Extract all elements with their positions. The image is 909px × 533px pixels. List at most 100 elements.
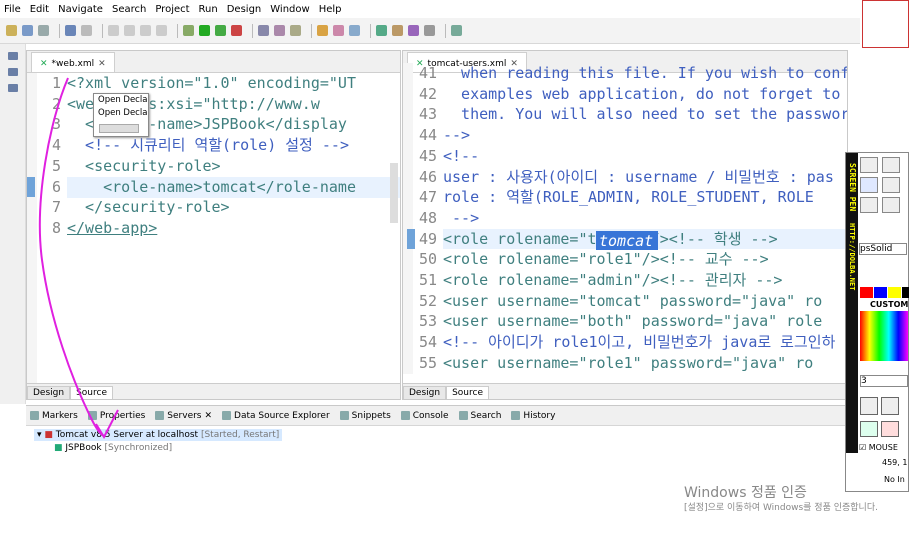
new-package-icon[interactable]: [274, 25, 285, 36]
mouse-toggle[interactable]: ☑ MOUSE: [859, 443, 898, 452]
pen-purple-icon[interactable]: [882, 197, 900, 213]
popup-scrollbar[interactable]: [99, 124, 139, 133]
tab-markers[interactable]: Markers: [30, 411, 78, 421]
tab-design[interactable]: Design: [403, 386, 447, 399]
line-number: 42: [418, 84, 437, 103]
open-type-icon[interactable]: [317, 25, 328, 36]
coverage-icon[interactable]: [215, 25, 226, 36]
tab-console[interactable]: Console: [400, 411, 449, 421]
new-class-icon[interactable]: [290, 25, 301, 36]
new-java-project-icon[interactable]: [258, 25, 269, 36]
tab-data-source-explorer[interactable]: Data Source Explorer: [222, 411, 330, 421]
color-black[interactable]: [902, 287, 909, 298]
globe-icon[interactable]: [349, 25, 360, 36]
size-field[interactable]: 3: [860, 375, 908, 387]
outline-icon[interactable]: [8, 84, 18, 92]
code-line: -->: [443, 208, 480, 227]
line-style-field[interactable]: psSolid: [859, 243, 907, 255]
menu-bar: File Edit Navigate Search Project Run De…: [0, 0, 909, 18]
expand-icon[interactable]: ▾: [37, 430, 42, 440]
print-icon[interactable]: [65, 25, 76, 36]
image-icon[interactable]: [860, 421, 878, 437]
pen-blue-icon[interactable]: [860, 177, 878, 193]
tab-design[interactable]: Design: [27, 386, 71, 399]
pen-red-icon[interactable]: [860, 197, 878, 213]
tab-search[interactable]: Search: [458, 411, 501, 421]
suspend-icon[interactable]: [140, 25, 151, 36]
export-icon[interactable]: [881, 397, 899, 415]
tab-snippets[interactable]: Snippets: [339, 411, 391, 421]
menu-search[interactable]: Search: [112, 4, 146, 15]
next-edit-icon[interactable]: [392, 25, 403, 36]
screenpen-sidebar: SCREEN PEN HTTP://DOLBA.NET: [846, 153, 858, 453]
restore-icon[interactable]: [8, 52, 18, 60]
menu-design[interactable]: Design: [227, 4, 262, 15]
color-yellow[interactable]: [888, 287, 901, 298]
tab-history[interactable]: History: [511, 411, 555, 421]
skip-breakpoints-icon[interactable]: [108, 25, 119, 36]
tab-source[interactable]: Source: [70, 386, 113, 399]
code-line: <role-name>tomcat</role-name: [67, 177, 356, 196]
close-icon[interactable]: ✕: [205, 411, 213, 421]
tomcat-users-editor: ✕ tomcat-users.xml ✕ 41 when reading thi…: [402, 50, 848, 400]
exit-icon[interactable]: [881, 421, 899, 437]
menu-project[interactable]: Project: [155, 4, 189, 15]
pen-icon[interactable]: [860, 157, 878, 173]
tab-web-xml[interactable]: ✕ *web.xml ✕: [31, 52, 115, 72]
code-line: them. You will also need to set the pass…: [443, 105, 847, 124]
package-explorer-icon[interactable]: [8, 68, 18, 76]
terminal-icon[interactable]: [81, 25, 92, 36]
tab-source[interactable]: Source: [446, 386, 489, 399]
resume-icon[interactable]: [124, 25, 135, 36]
code-line: <role rolename="tomcat"/><!-- 학생 -->: [443, 229, 778, 248]
watermark-body: [설정]으로 이동하여 Windows를 정품 인증합니다.: [684, 503, 878, 513]
search-icon[interactable]: [333, 25, 344, 36]
code-line: <security-role>: [67, 156, 221, 175]
open-perspective-icon[interactable]: [451, 25, 462, 36]
annotation-icon[interactable]: [376, 25, 387, 36]
tab-label: Properties: [99, 410, 146, 421]
menu-window[interactable]: Window: [270, 4, 309, 15]
save-icon[interactable]: [860, 397, 878, 415]
main-toolbar: [0, 18, 860, 44]
code-line: <role rolename="role1"/><!-- 교수 -->: [443, 250, 769, 269]
highlighter-icon[interactable]: [882, 157, 900, 173]
module-row[interactable]: ■ JSPBook [Synchronized]: [34, 443, 848, 453]
code-line: user : 사용자(아이디 : username / 비밀번호 : pas: [443, 167, 834, 186]
save-all-icon[interactable]: [38, 25, 49, 36]
menu-navigate[interactable]: Navigate: [58, 4, 103, 15]
tab-properties[interactable]: Properties: [87, 410, 146, 421]
code-area[interactable]: 1 <?xml version="1.0" encoding="UT 2 <we…: [27, 73, 400, 384]
editor-mode-tabs: Design Source: [27, 383, 400, 399]
server-row[interactable]: ▾ ■ Tomcat v8.5 Server at localhost [Sta…: [34, 429, 283, 441]
tab-servers[interactable]: Servers ✕: [155, 411, 212, 421]
menu-edit[interactable]: Edit: [30, 4, 49, 15]
back-icon[interactable]: [408, 25, 419, 36]
menu-file[interactable]: File: [4, 4, 21, 15]
save-icon[interactable]: [22, 25, 33, 36]
new-icon[interactable]: [6, 25, 17, 36]
debug-icon[interactable]: [183, 25, 194, 36]
close-icon[interactable]: ✕: [98, 59, 106, 69]
screenpen-actions: [860, 397, 899, 415]
tab-label: History: [523, 410, 556, 421]
code-line: <!-- 시큐리티 역할(role) 설정 -->: [67, 136, 349, 155]
run-icon[interactable]: [199, 25, 210, 36]
screenpen-actions-2: [860, 421, 899, 437]
xml-file-icon: ✕: [40, 59, 48, 69]
popup-item[interactable]: Open Declar: [94, 94, 148, 107]
code-area[interactable]: 41 when reading this file. If you wish t…: [403, 63, 847, 374]
popup-item[interactable]: Open Declar: [94, 107, 148, 120]
pen-tools: [860, 157, 906, 235]
menu-help[interactable]: Help: [319, 4, 342, 15]
color-red[interactable]: [860, 287, 873, 298]
pen-orange-icon[interactable]: [882, 177, 900, 193]
server-name: Tomcat v8.5 Server at localhost: [55, 430, 199, 440]
color-picker[interactable]: [860, 311, 908, 361]
terminate-icon[interactable]: [156, 25, 167, 36]
forward-icon[interactable]: [424, 25, 435, 36]
external-tools-icon[interactable]: [231, 25, 242, 36]
color-blue[interactable]: [874, 287, 887, 298]
line-number: 7: [51, 198, 61, 217]
menu-run[interactable]: Run: [199, 4, 218, 15]
